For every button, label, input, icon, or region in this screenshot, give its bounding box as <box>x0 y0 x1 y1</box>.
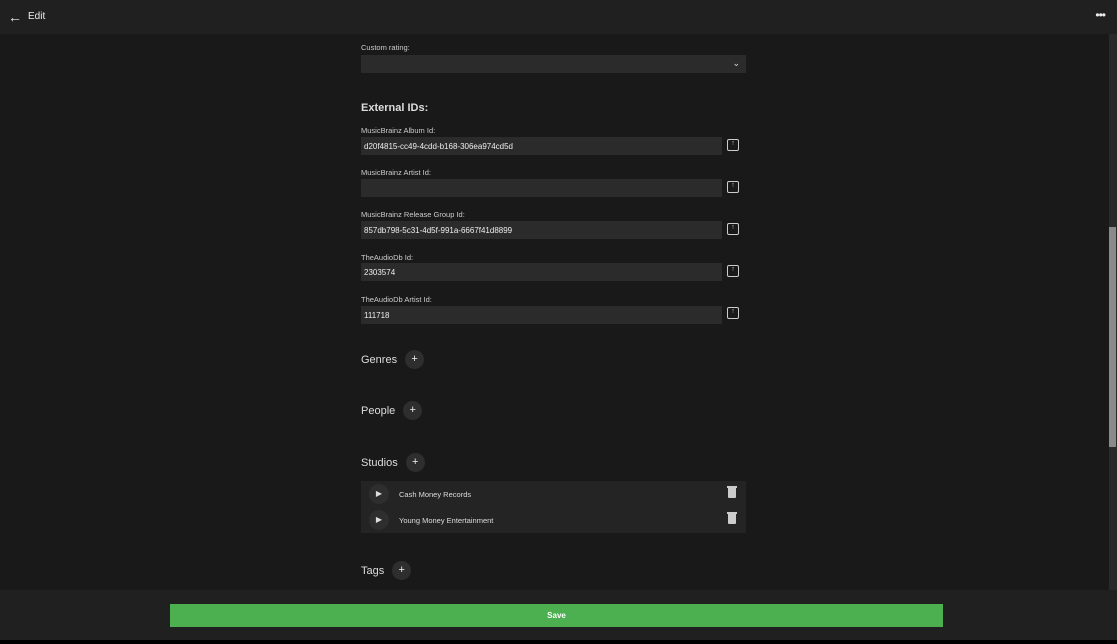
open-external-link-icon[interactable]: ↑ <box>727 265 739 277</box>
open-external-link-icon[interactable]: ↑ <box>727 139 739 151</box>
musicbrainz-release-group-id-input[interactable]: 857db798-5c31-4d5f-991a-6667f41d8899 <box>361 221 722 239</box>
tags-section: Tags + <box>361 561 412 580</box>
musicbrainz-artist-id-input[interactable] <box>361 179 722 197</box>
field-label: MusicBrainz Album Id: <box>361 126 436 135</box>
delete-icon[interactable] <box>727 512 737 524</box>
add-studio-button[interactable]: + <box>405 453 425 472</box>
footer: Save <box>0 590 1117 640</box>
open-external-link-icon[interactable]: ↑ <box>727 181 739 193</box>
chevron-down-icon: ⌄ <box>732 58 740 68</box>
field-label: MusicBrainz Release Group Id: <box>361 210 465 219</box>
field-label: MusicBrainz Artist Id: <box>361 168 432 177</box>
header: ← Edit ••• <box>0 0 1117 34</box>
studios-heading: Studios <box>361 456 398 469</box>
people-section: People + <box>361 401 423 420</box>
studio-icon: ▶ <box>369 484 389 504</box>
custom-rating-label: Custom rating: <box>361 43 410 52</box>
open-external-link-icon[interactable]: ↑ <box>727 307 739 319</box>
people-heading: People <box>361 404 396 417</box>
genres-heading: Genres <box>361 353 398 366</box>
custom-rating-select[interactable]: ⌄ <box>361 55 746 73</box>
studios-list: ▶ Cash Money Records ▶ Young Money Enterta… <box>361 481 746 533</box>
edit-form: Custom rating: ⌄ External IDs: MusicBrai… <box>0 34 1109 590</box>
add-person-button[interactable]: + <box>403 401 423 420</box>
studios-section: Studios + <box>361 453 425 472</box>
list-item: ▶ Cash Money Records <box>361 481 746 507</box>
save-button[interactable]: Save <box>170 604 943 627</box>
page-title: Edit <box>28 11 46 22</box>
delete-icon[interactable] <box>727 486 737 498</box>
open-external-link-icon[interactable]: ↑ <box>727 223 739 235</box>
scrollbar-thumb[interactable] <box>1109 227 1116 447</box>
add-genre-button[interactable]: + <box>405 350 425 369</box>
tags-heading: Tags <box>361 564 385 577</box>
list-item: ▶ Young Money Entertainment <box>361 507 746 533</box>
external-ids-heading: External IDs: <box>361 102 429 114</box>
studio-name: Young Money Entertainment <box>399 515 494 525</box>
field-label: TheAudioDb Artist Id: <box>361 295 432 304</box>
studio-name: Cash Money Records <box>399 489 472 499</box>
musicbrainz-album-id-input[interactable]: d20f4815-cc49-4cdd-b168-306ea974cd5d <box>361 137 722 155</box>
theaudiodb-id-input[interactable]: 2303574 <box>361 263 722 281</box>
theaudiodb-artist-id-input[interactable]: 111718 <box>361 306 722 324</box>
add-tag-button[interactable]: + <box>392 561 412 580</box>
more-options-icon[interactable]: ••• <box>1095 8 1106 22</box>
studio-icon: ▶ <box>369 510 389 530</box>
field-label: TheAudioDb Id: <box>361 253 414 262</box>
genres-section: Genres + <box>361 350 425 369</box>
back-arrow-icon[interactable]: ← <box>8 9 22 25</box>
